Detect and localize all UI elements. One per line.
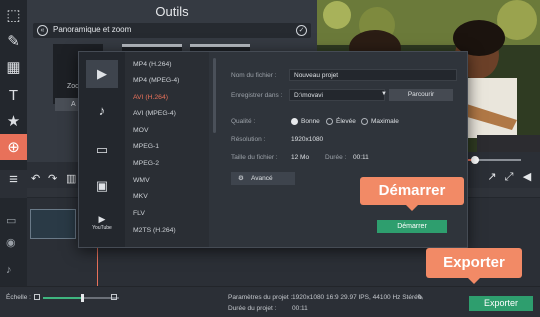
text-icon[interactable]: T <box>0 82 27 108</box>
format-list: MP4 (H.264) MP4 (MPEG-4) AVI (H.264) AVI… <box>125 52 209 247</box>
save-in-label: Enregistrer dans : <box>231 92 283 99</box>
format-item[interactable]: AVI (MPEG-4) <box>133 110 176 117</box>
tools-panel-title: Outils <box>155 4 189 19</box>
tool-section-name: Panoramique et zoom <box>53 25 132 34</box>
volume-icon[interactable]: ◀ <box>520 170 534 184</box>
quality-radio-max[interactable] <box>361 118 368 125</box>
export-button[interactable]: Exporter <box>469 296 533 311</box>
undo-icon[interactable]: ↶ <box>31 172 40 185</box>
video-track-icon: ▭ <box>6 215 17 227</box>
list-icon[interactable]: ≡ <box>0 166 27 192</box>
confirm-icon[interactable]: ✓ <box>296 25 307 36</box>
filesize-value: 12 Mo <box>291 154 310 161</box>
audio-note-icon[interactable]: ♪ <box>86 96 118 124</box>
project-params-value: 1920x1080 16:9 29.97 IPS, 44100 Hz Stéré… <box>292 294 422 301</box>
project-duration-value: 00:11 <box>292 305 308 312</box>
duration-label: Durée : <box>325 154 347 161</box>
advanced-button[interactable]: ⚙ Avancé <box>231 172 295 185</box>
redo-icon[interactable]: ↷ <box>48 172 57 185</box>
scrub-handle[interactable] <box>471 156 479 164</box>
format-item[interactable]: FLV <box>133 210 145 217</box>
quality-option: Élevée <box>336 118 356 125</box>
zoom-out-icon[interactable] <box>34 294 40 300</box>
format-item[interactable]: MPEG-2 <box>133 160 159 167</box>
visibility-icon[interactable]: ◉ <box>6 236 16 249</box>
chevron-down-icon[interactable]: ▼ <box>381 91 387 97</box>
format-item[interactable]: WMV <box>133 177 150 184</box>
tv-icon[interactable]: ▣ <box>86 172 118 200</box>
video-file-icon[interactable]: ▶ <box>86 60 118 88</box>
scale-label: Échelle : <box>6 294 31 301</box>
video-editor-window: ⬚ ✎ ▦ T ★ ⊕ ≡ Outils « Panoramique et zo… <box>0 0 540 317</box>
film-icon[interactable]: ▦ <box>0 54 27 80</box>
format-item[interactable]: MKV <box>133 193 148 200</box>
back-icon[interactable]: « <box>37 25 48 36</box>
resolution-label: Résolution : <box>231 136 266 143</box>
device-icon[interactable]: ▭ <box>86 136 118 164</box>
tool-section-bar: « Panoramique et zoom ✓ <box>33 23 311 38</box>
advanced-label: Avancé <box>251 175 273 182</box>
project-duration-label: Durée du projet : <box>228 305 277 312</box>
left-toolbar: ⬚ ✎ ▦ T ★ ⊕ <box>0 0 27 170</box>
delete-icon[interactable]: ▥ <box>66 172 76 185</box>
magic-wand-icon[interactable]: ✎ <box>0 28 27 54</box>
quality-option: Maximale <box>371 118 399 125</box>
save-in-value: D:\movavi <box>294 92 323 99</box>
start-button[interactable]: Démarrer <box>377 220 447 233</box>
zoom-in-icon[interactable] <box>111 294 117 300</box>
quality-option: Bonne <box>301 118 320 125</box>
zoom-icon[interactable]: ⊕ <box>0 134 27 160</box>
clip-icon[interactable]: ⬚ <box>0 2 27 28</box>
start-callout: Démarrer <box>360 177 464 211</box>
browse-button[interactable]: Parcourir <box>389 89 453 101</box>
video-clip[interactable] <box>30 209 76 239</box>
format-item[interactable]: MP4 (MPEG-4) <box>133 77 179 84</box>
export-frame-icon[interactable]: ↗ <box>485 170 499 184</box>
fullscreen-icon[interactable]: ⤢ <box>502 170 516 184</box>
format-item[interactable]: MOV <box>133 127 148 134</box>
duration-value: 00:11 <box>353 154 369 161</box>
export-dialog: ▶ ♪ ▭ ▣ ▶ YouTube MP4 (H.264) MP4 (MPEG-… <box>78 51 468 248</box>
youtube-label: YouTube <box>92 224 112 231</box>
youtube-icon[interactable]: ▶ YouTube <box>86 208 118 236</box>
quality-label: Qualité : <box>231 118 256 125</box>
audio-track-icon: ♪ <box>6 264 12 276</box>
resolution-value: 1920x1080 <box>291 136 324 143</box>
format-item-selected[interactable]: AVI (H.264) <box>133 94 168 101</box>
quality-radio-high[interactable] <box>326 118 333 125</box>
filename-value: Nouveau projet <box>294 72 339 79</box>
gear-icon: ⚙ <box>238 175 244 182</box>
project-params-label: Paramètres du projet : <box>228 294 293 301</box>
zoom-slider-handle[interactable] <box>81 294 84 302</box>
format-item[interactable]: MPEG-1 <box>133 143 159 150</box>
edit-icon[interactable]: ✎ <box>417 293 424 302</box>
format-item[interactable]: M2TS (H.264) <box>133 227 176 234</box>
quality-radio-good[interactable] <box>291 118 298 125</box>
format-list-scrollbar[interactable] <box>213 58 216 133</box>
format-item[interactable]: MP4 (H.264) <box>133 61 172 68</box>
filesize-label: Taille du fichier : <box>231 154 278 161</box>
export-category-column: ▶ ♪ ▭ ▣ ▶ YouTube <box>79 52 125 247</box>
zoom-slider-fill <box>43 297 83 299</box>
export-callout: Exporter <box>426 248 522 284</box>
filename-label: Nom du fichier : <box>231 72 277 79</box>
star-icon[interactable]: ★ <box>0 108 27 134</box>
